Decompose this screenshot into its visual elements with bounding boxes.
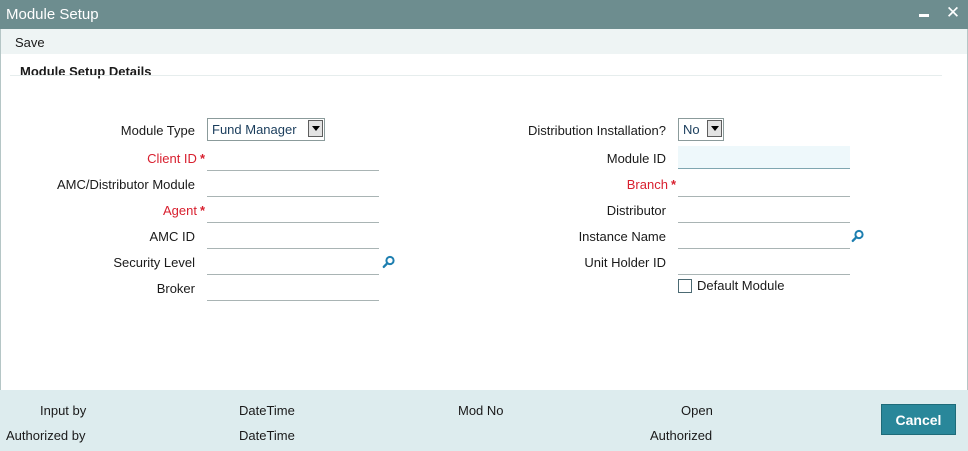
authorized-by-label: Authorized by [6,428,86,443]
amc-id-field[interactable] [207,226,379,249]
amc-distributor-module-label: AMC/Distributor Module [57,177,195,192]
close-icon[interactable]: ✕ [945,3,961,23]
unit-holder-id-field[interactable] [678,252,850,275]
audit-footer [0,390,968,451]
branch-label: Branch * [626,177,676,192]
default-module-checkbox[interactable] [678,279,692,293]
unit-holder-id-label: Unit Holder ID [584,255,666,270]
title-bar: Module Setup ✕ [0,0,968,29]
save-button[interactable]: Save [15,35,45,50]
client-id-label: Client ID * [147,151,205,166]
menu-bar: Save [0,29,968,54]
chevron-down-icon[interactable] [707,120,722,137]
mod-no-label: Mod No [458,403,504,418]
security-level-label: Security Level [113,255,195,270]
required-icon: * [670,177,676,192]
client-id-field[interactable] [207,148,379,171]
distribution-installation-select[interactable]: No [678,118,724,141]
instance-name-label: Instance Name [578,229,666,244]
broker-field[interactable] [207,278,379,301]
module-id-field[interactable] [678,146,850,169]
module-type-value: Fund Manager [212,122,297,137]
distributor-field[interactable] [678,200,850,223]
distribution-installation-label: Distribution Installation? [527,123,666,138]
authorized-datetime-label: DateTime [239,428,295,443]
cancel-button[interactable]: Cancel [881,404,956,435]
amc-id-label: AMC ID [149,229,196,244]
search-icon[interactable] [382,255,396,269]
broker-label: Broker [156,281,195,296]
distributor-label: Distributor [606,203,666,218]
module-type-label: Module Type [120,123,195,138]
distribution-installation-value: No [683,122,700,137]
module-type-select[interactable]: Fund Manager [207,118,325,141]
minimize-icon[interactable] [917,4,931,22]
section-title: Module Setup Details [20,64,152,79]
instance-name-field[interactable] [678,226,850,249]
amc-distributor-module-field[interactable] [207,174,379,197]
branch-field[interactable] [678,174,850,197]
record-status-label: Open [681,403,713,418]
default-module-label: Default Module [697,278,785,293]
required-icon: * [199,151,205,166]
input-by-label: Input by [40,403,87,418]
search-icon[interactable] [851,229,865,243]
agent-field[interactable] [207,200,379,223]
module-id-label: Module ID [606,151,666,166]
agent-label: Agent * [162,203,205,218]
authorization-status-label: Authorized [650,428,713,443]
security-level-field[interactable] [207,252,379,275]
required-icon: * [199,203,205,218]
section-divider [10,75,942,76]
input-datetime-label: DateTime [239,403,295,418]
chevron-down-icon[interactable] [308,120,323,137]
window-title: Module Setup [6,6,99,23]
